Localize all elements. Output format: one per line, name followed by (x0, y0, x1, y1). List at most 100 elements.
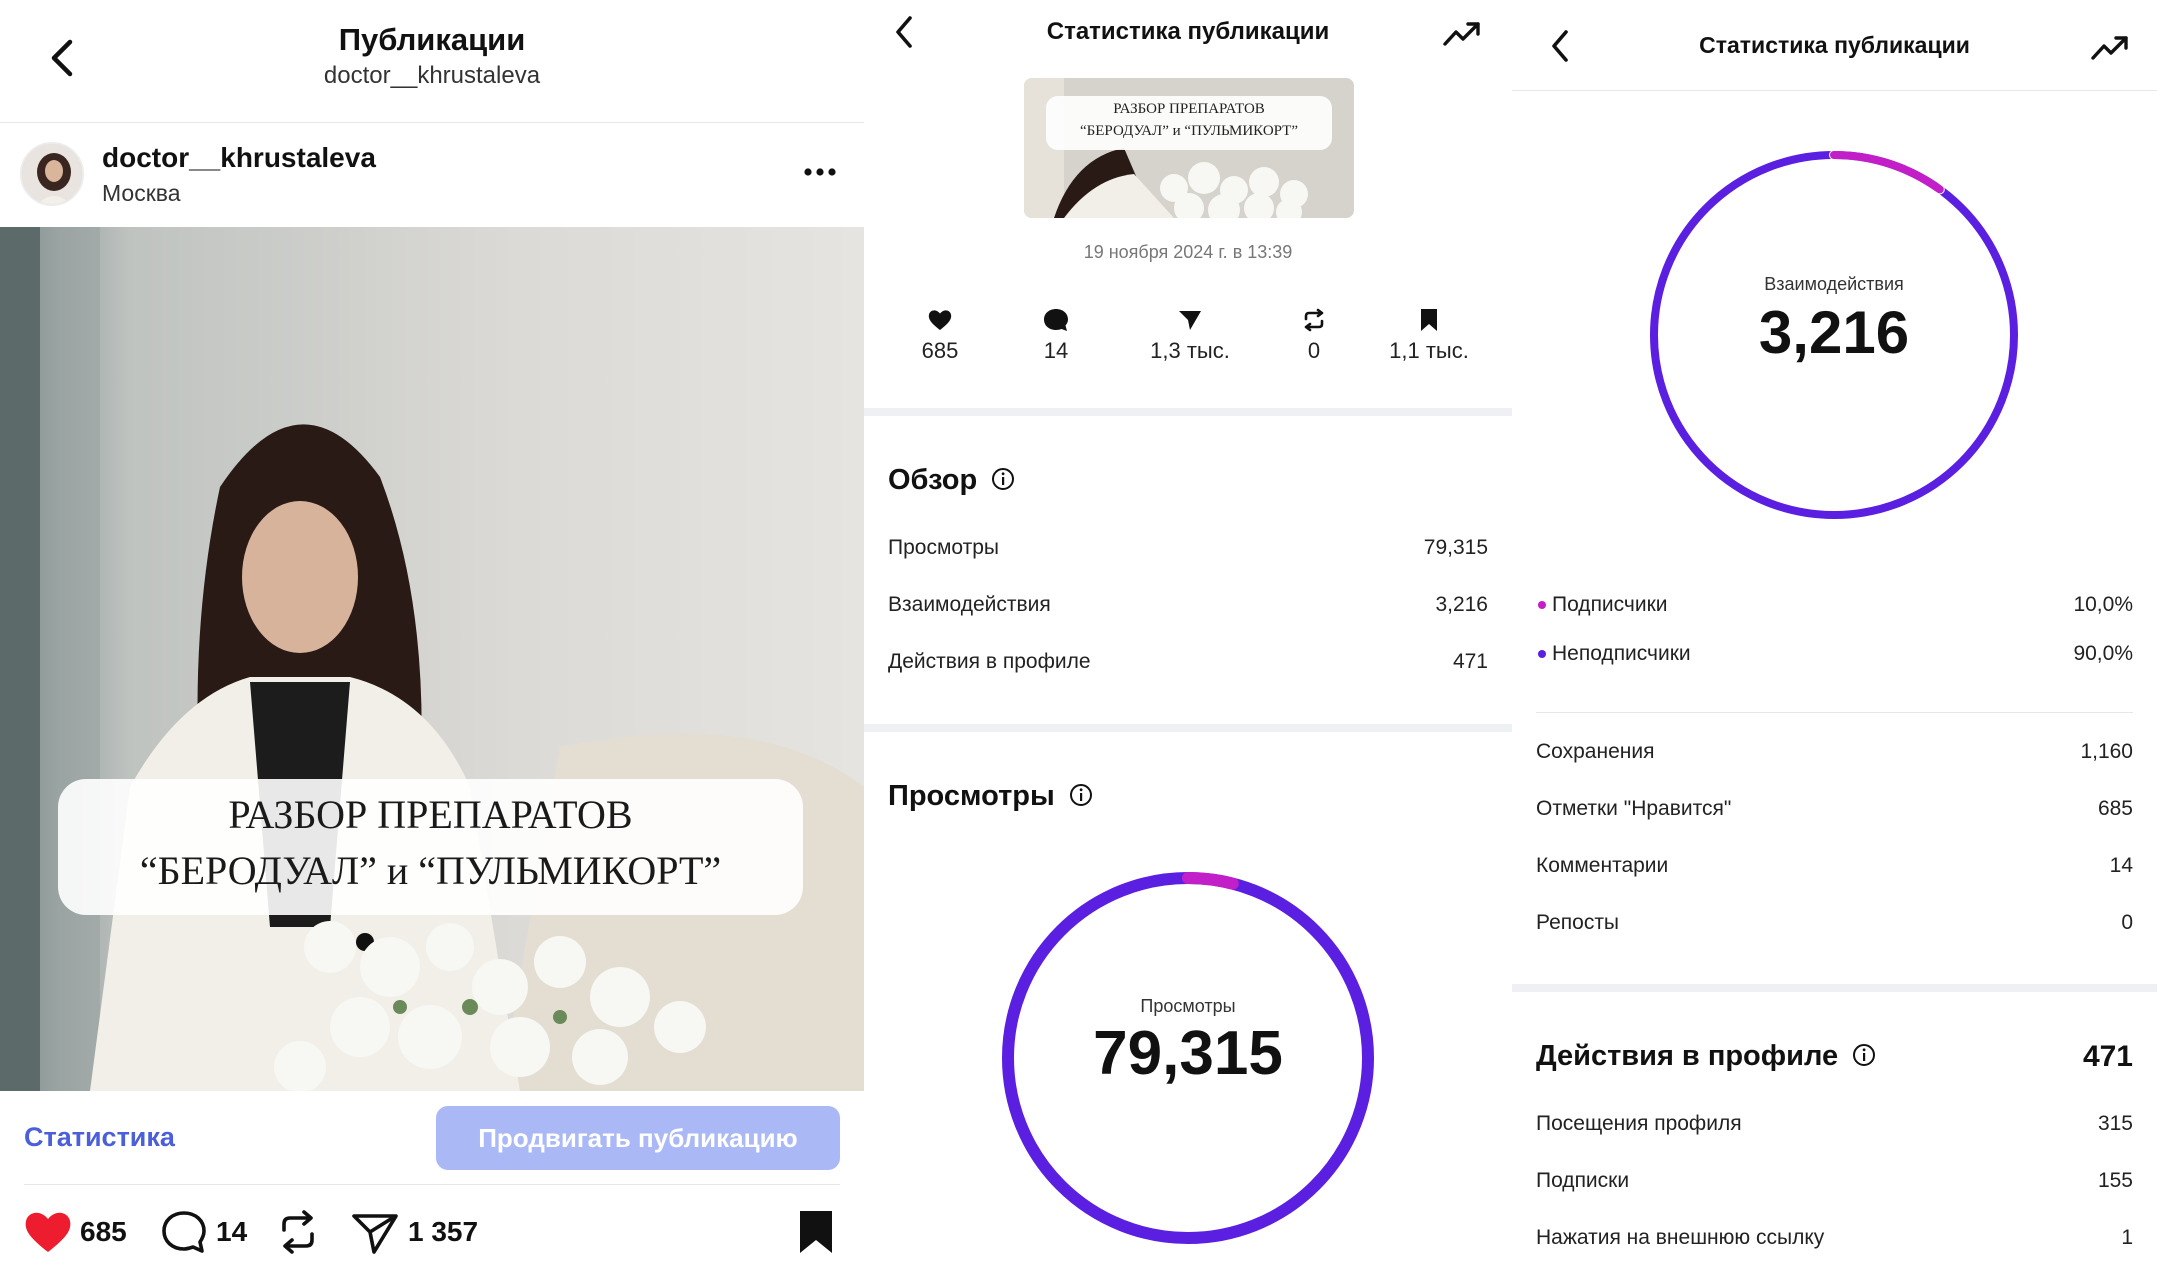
interactions-statistics-panel: Статистика публикации Взаимодействия 3,2… (1512, 0, 2157, 1280)
overview-title: Обзор (888, 464, 1015, 497)
views-title: Просмотры (888, 780, 1093, 813)
page-title: Статистика публикации (1699, 32, 1970, 58)
info-icon[interactable] (991, 467, 1015, 491)
overview-views-value: 79,315 (1423, 536, 1488, 559)
action-divider (24, 1184, 840, 1185)
overview-views-label: Просмотры (888, 536, 999, 559)
overview-interactions-value: 3,216 (1435, 593, 1488, 616)
likes-label: Отметки "Нравится" (1536, 797, 1732, 820)
comment-icon (162, 1211, 206, 1253)
metric-likes: 685 (888, 308, 992, 364)
section-divider (864, 724, 1512, 732)
page-subtitle: doctor__khrustaleva (323, 62, 541, 89)
author-username[interactable]: doctor__khrustaleva (102, 142, 376, 174)
repost-button[interactable] (274, 1208, 322, 1256)
bookmark-icon (1421, 309, 1437, 331)
comment-button[interactable] (160, 1208, 208, 1256)
saves-label: Сохранения (1536, 740, 1655, 763)
post-image[interactable]: РАЗБОР ПРЕПАРАТОВ “БЕРОДУАЛ” и “ПУЛЬМИКО… (0, 227, 864, 1091)
views-ring-value: 79,315 (1093, 1019, 1283, 1088)
overview-title-text: Обзор (888, 464, 978, 496)
profile-actions-total: 471 (2082, 1040, 2133, 1073)
promote-post-button[interactable]: Продвигать публикацию (436, 1106, 840, 1170)
send-icon (352, 1214, 398, 1254)
interactions-ring-value: 3,216 (1758, 299, 1910, 366)
like-count: 685 (80, 1216, 127, 1247)
legend-followers-value: 10,0% (2073, 593, 2133, 616)
post-statistics-panel: Статистика публикации РАЗБОР ПРЕПАРАТОВ … (864, 0, 1512, 1280)
legend-divider (1536, 712, 2133, 713)
metric-comments-value: 14 (1043, 338, 1069, 363)
share-count: 1 357 (408, 1216, 479, 1247)
metric-reposts: 0 (1272, 308, 1356, 364)
trending-up-icon (2091, 36, 2128, 60)
trending-up-icon (1443, 22, 1480, 46)
more-horizontal-icon (804, 168, 836, 176)
profile-visits-value: 315 (2097, 1112, 2133, 1135)
follows-label: Подписки (1536, 1169, 1630, 1192)
page-title: Публикации (338, 22, 526, 57)
legend-followers-dot (1538, 601, 1546, 609)
author-location[interactable]: Москва (102, 180, 181, 207)
likes-value: 685 (2097, 797, 2133, 820)
send-icon (1179, 311, 1201, 330)
metric-comments: 14 (1004, 308, 1108, 364)
profile-actions-title: Действия в профиле (1536, 1040, 1876, 1073)
header-divider (0, 122, 864, 123)
trending-button[interactable] (2090, 32, 2130, 62)
views-donut-chart: Просмотры 79,315 (998, 868, 1378, 1248)
external-link-taps-value: 1 (2121, 1226, 2133, 1249)
post-banner-line2: “БЕРОДУАЛ” и “ПУЛЬМИКОРТ” (139, 848, 722, 893)
avatar[interactable] (20, 142, 84, 206)
interactions-donut-followers-arc (1830, 151, 1944, 194)
external-link-taps-label: Нажатия на внешнюю ссылку (1536, 1226, 1825, 1249)
post-date: 19 ноября 2024 г. в 13:39 (1083, 242, 1293, 262)
page-title: Статистика публикации (1046, 18, 1330, 45)
info-icon[interactable] (1852, 1043, 1876, 1067)
trending-button[interactable] (1442, 18, 1482, 48)
header-divider (1512, 90, 2157, 91)
follows-value: 155 (2097, 1169, 2133, 1192)
metric-shares-value: 1,3 тыс. (1150, 338, 1230, 363)
overview-interactions-label: Взаимодействия (888, 593, 1051, 616)
comment-icon (1044, 309, 1068, 331)
views-title-text: Просмотры (888, 780, 1055, 812)
thumbnail-banner-line2: “БЕРОДУАЛ” и “ПУЛЬМИКОРТ” (1080, 123, 1298, 139)
legend-nonfollowers-label: Неподписчики (1552, 642, 1691, 665)
legend-nonfollowers-value: 90,0% (2073, 642, 2133, 665)
reposts-value: 0 (2121, 911, 2133, 934)
info-icon[interactable] (1069, 783, 1093, 807)
more-options-button[interactable] (800, 160, 840, 184)
heart-icon (928, 310, 952, 330)
metric-shares: 1,3 тыс. (1120, 308, 1260, 364)
section-divider (864, 408, 1512, 416)
like-button[interactable] (22, 1208, 74, 1256)
comments-value: 14 (2109, 854, 2133, 877)
metric-likes-value: 685 (921, 338, 959, 363)
interactions-ring-label: Взаимодействия (1764, 274, 1904, 294)
share-button[interactable] (350, 1208, 400, 1256)
statistics-link[interactable]: Статистика (24, 1122, 175, 1153)
views-ring-label: Просмотры (1140, 996, 1236, 1016)
comment-count: 14 (216, 1216, 248, 1247)
saves-value: 1,160 (2080, 740, 2133, 763)
repost-icon (282, 1210, 314, 1254)
save-button[interactable] (796, 1208, 836, 1256)
bookmark-filled-icon (800, 1211, 832, 1253)
interactions-donut-chart: Взаимодействия 3,216 (1649, 150, 2019, 520)
post-banner-line1: РАЗБОР ПРЕПАРАТОВ (228, 792, 633, 837)
legend-followers-label: Подписчики (1552, 593, 1668, 616)
profile-visits-label: Посещения профиля (1536, 1112, 1742, 1135)
heart-filled-icon (25, 1212, 71, 1252)
post-thumbnail[interactable]: РАЗБОР ПРЕПАРАТОВ “БЕРОДУАЛ” и “ПУЛЬМИКО… (1024, 78, 1354, 218)
overview-profile-actions-label: Действия в профиле (888, 650, 1091, 673)
overview-profile-actions-value: 471 (1452, 650, 1488, 673)
metric-saves-value: 1,1 тыс. (1389, 338, 1469, 363)
post-panel: Публикации doctor__khrustaleva doctor__k… (0, 0, 864, 1280)
legend-nonfollowers-dot (1538, 650, 1546, 658)
section-divider (1512, 984, 2157, 992)
views-donut-followers-arc (1182, 872, 1239, 890)
thumbnail-banner-line1: РАЗБОР ПРЕПАРАТОВ (1113, 101, 1265, 117)
metric-saves: 1,1 тыс. (1364, 308, 1494, 364)
comments-label: Комментарии (1536, 854, 1669, 877)
